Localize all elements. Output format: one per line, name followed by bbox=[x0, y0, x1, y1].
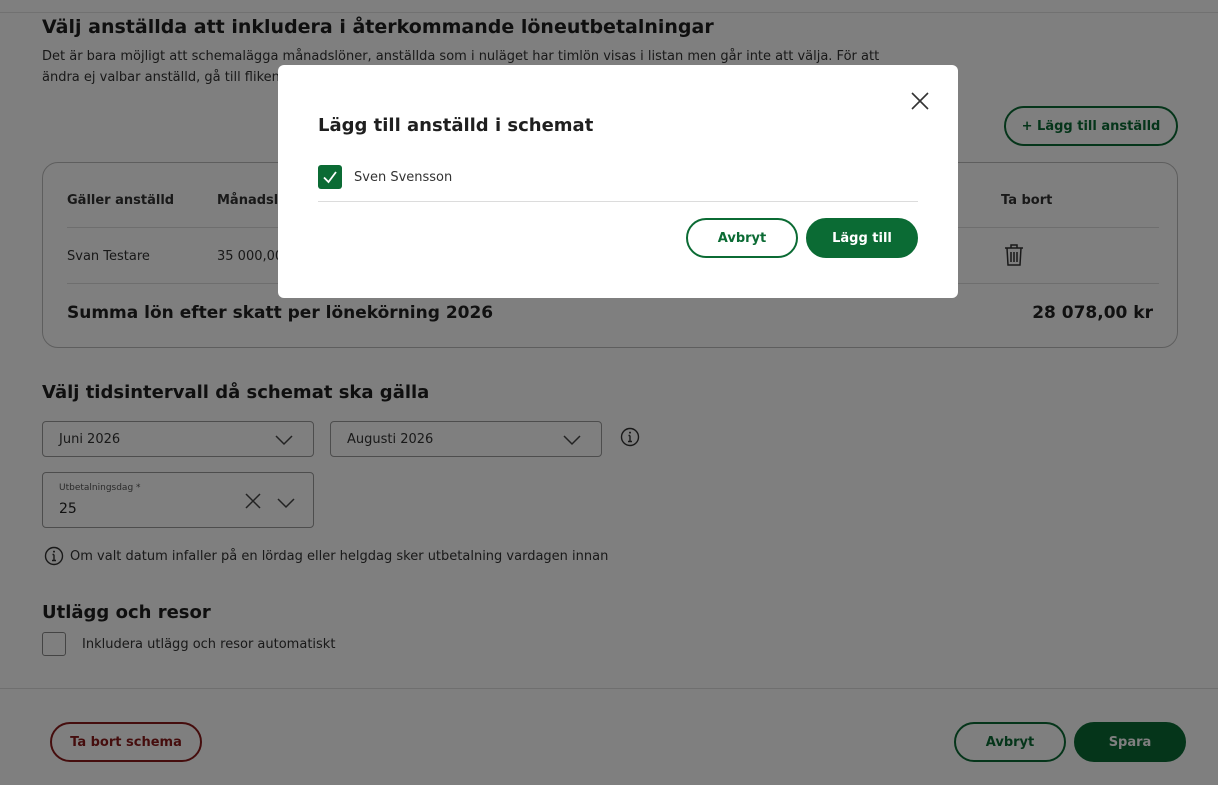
add-employee-modal: Lägg till anställd i schemat Sven Svenss… bbox=[278, 65, 958, 298]
modal-divider bbox=[318, 201, 918, 202]
modal-title: Lägg till anställd i schemat bbox=[318, 115, 594, 136]
modal-cancel-button[interactable]: Avbryt bbox=[686, 218, 798, 258]
close-icon[interactable] bbox=[910, 91, 930, 111]
checkmark-icon bbox=[323, 171, 337, 184]
modal-add-button[interactable]: Lägg till bbox=[806, 218, 918, 258]
employee-checkbox[interactable] bbox=[318, 165, 342, 189]
employee-name: Sven Svensson bbox=[354, 170, 453, 185]
